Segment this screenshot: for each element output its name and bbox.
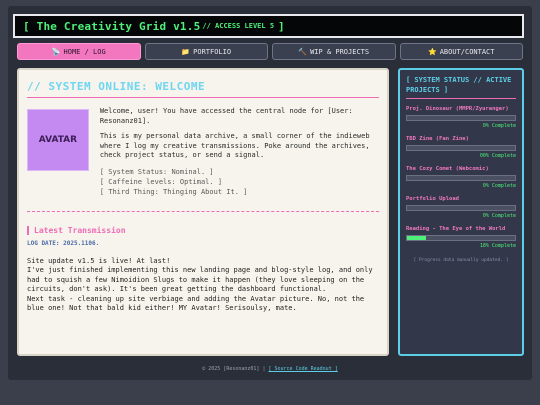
about-text: This is my personal data archive, a smal… [99, 132, 370, 159]
tab-label: HOME / LOG [63, 47, 106, 56]
progress-label: 0% Complete [482, 183, 516, 189]
log-line: Next task - cleaning up site verbiage an… [27, 294, 365, 313]
project-name: TBD Zine (Fan Zine) [406, 136, 469, 142]
latest-transmission-heading: Latest Transmission [27, 225, 379, 235]
site-subtitle: // ACCESS LEVEL 5 [202, 22, 275, 30]
tab-label: PORTFOLIO [193, 47, 232, 56]
tab-portfolio[interactable]: 📁 PORTFOLIO [144, 43, 268, 60]
folder-icon: 📁 [181, 47, 191, 56]
source-code-link[interactable]: [ Source Code Readout ] [268, 366, 337, 372]
project-name: Proj. Dinosaur (MMPR/Zyuranger) [406, 106, 509, 112]
status-line: [ Third Thing: Thinging About It. ] [99, 187, 248, 196]
site-header: [ The Creativity Grid v1.5 // ACCESS LEV… [13, 14, 524, 38]
project-item: Reading - The Eye of the World 18% Comple… [406, 226, 516, 249]
progress-label: 0% Complete [482, 213, 516, 219]
status-line: [ Caffeine levels: Optimal. ] [99, 177, 223, 186]
tab-about-contact[interactable]: ⭐ ABOUT/CONTACT [399, 43, 523, 60]
project-item: Proj. Dinosaur (MMPR/Zyuranger) 0% Comple… [406, 106, 516, 129]
log-line: Site update v1.5 is live! At last! [27, 256, 171, 265]
status-sidebar: [ SYSTEM STATUS // ACTIVE PROJECTS ] Pro… [398, 68, 524, 356]
intro-section: AVATAR Welcome, user! You have accessed … [27, 107, 379, 197]
progress-label: 18% Complete [479, 243, 516, 249]
project-name: Reading - The Eye of the World [406, 226, 506, 232]
site-title: [ The Creativity Grid v1.5 [23, 19, 201, 33]
sidebar-footnote: [ Progress data manually updated. ] [413, 258, 509, 263]
welcome-text: Welcome, user! You have accessed the cen… [99, 107, 353, 125]
log-body: Site update v1.5 is live! At last! I've … [27, 257, 379, 315]
avatar-label: AVATAR [38, 135, 78, 145]
project-name: Portfolio Upload [406, 196, 459, 202]
progress-bar [406, 235, 516, 241]
site-title-close: ] [278, 19, 285, 33]
project-item: TBD Zine (Fan Zine) 00% Complete [406, 136, 516, 159]
tab-home-log[interactable]: 📡 HOME / LOG [17, 43, 141, 60]
progress-fill [407, 236, 427, 240]
tab-label: WIP & PROJECTS [310, 47, 370, 56]
avatar: AVATAR [27, 109, 89, 171]
progress-bar [406, 175, 516, 181]
progress-bar [406, 115, 516, 121]
star-icon: ⭐ [427, 47, 437, 56]
progress-label: 0% Complete [482, 123, 516, 129]
log-date: LOG DATE: 2025.1106. [27, 239, 100, 247]
intro-text: Welcome, user! You have accessed the cen… [100, 107, 379, 197]
satellite-icon: 📡 [51, 47, 61, 56]
progress-label: 00% Complete [479, 153, 516, 159]
project-list: Proj. Dinosaur (MMPR/Zyuranger) 0% Comple… [406, 106, 516, 249]
page-footer: © 2025 [Resonanz01] | [ Source Code Read… [0, 366, 540, 372]
copyright-text: © 2025 [Resonanz01] | [202, 366, 266, 372]
project-item: The Cozy Comet (Webcomic) 0% Complete [406, 166, 516, 189]
status-list: [ System Status: Nominal. ] [ Caffeine l… [100, 167, 379, 197]
project-item: Portfolio Upload 0% Complete [406, 196, 516, 219]
main-panel: // SYSTEM ONLINE: WELCOME AVATAR Welcome… [17, 68, 389, 356]
tab-wip-projects[interactable]: 🔨 WIP & PROJECTS [272, 43, 396, 60]
hammer-icon: 🔨 [298, 47, 308, 56]
sidebar-title: [ SYSTEM STATUS // ACTIVE PROJECTS ] [406, 75, 516, 99]
log-line: I've just finished implementing this new… [27, 266, 373, 294]
progress-bar [406, 145, 516, 151]
status-line: [ System Status: Nominal. ] [99, 167, 214, 176]
progress-bar [406, 205, 516, 211]
tab-label: ABOUT/CONTACT [439, 47, 495, 56]
main-nav: 📡 HOME / LOG 📁 PORTFOLIO 🔨 WIP & PROJECT… [17, 43, 523, 60]
project-name: The Cozy Comet (Webcomic) [406, 166, 489, 172]
section-divider [27, 210, 379, 212]
page-title: // SYSTEM ONLINE: WELCOME [27, 80, 379, 98]
